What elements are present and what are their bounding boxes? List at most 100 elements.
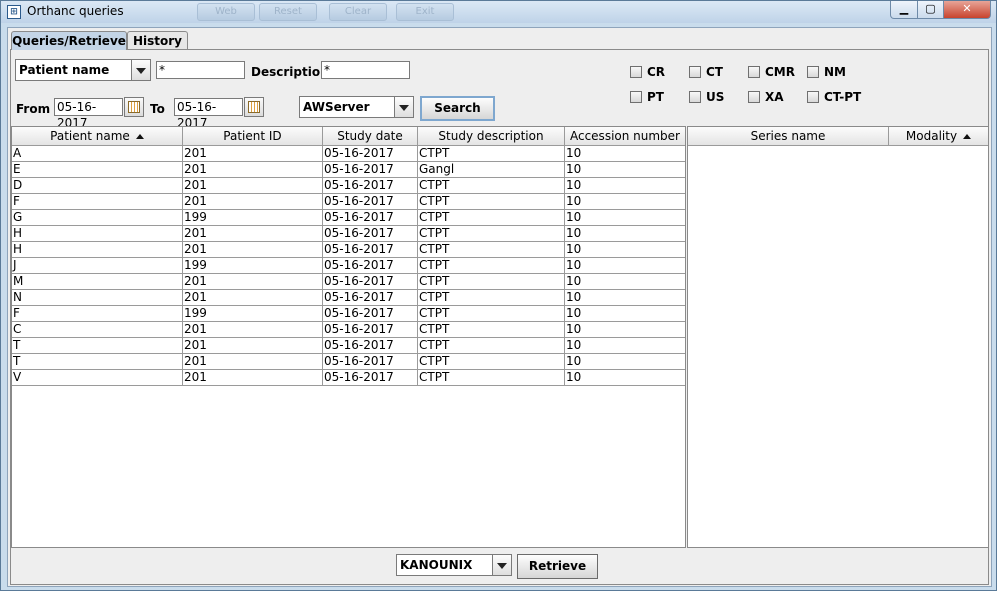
modality-label: PT — [647, 90, 664, 104]
checkbox-box[interactable] — [689, 66, 701, 78]
patient-id-cell: 201 — [183, 370, 323, 386]
accession-number-cell: 10 — [565, 338, 685, 354]
title-bar[interactable]: ⊞ Orthanc queries Web Reset Clear Exit ▁… — [1, 1, 996, 23]
column-header-accession-number[interactable]: Accession number — [565, 127, 685, 146]
study-description-cell: CTPT — [418, 146, 565, 162]
patient-name-cell: J — [12, 258, 183, 274]
from-date-input[interactable]: 05-16-2017 — [54, 98, 123, 130]
patient-name-cell: H — [12, 242, 183, 258]
patient-name-cell: A — [12, 146, 183, 162]
table-row[interactable]: D 201 05-16-2017 CTPT 10 — [12, 178, 685, 194]
series-table[interactable]: Series name Modality — [687, 126, 989, 548]
to-date-input[interactable]: 05-16-2017 — [174, 98, 243, 130]
checkbox-box[interactable] — [748, 66, 760, 78]
chevron-down-icon[interactable] — [492, 555, 511, 575]
accession-number-cell: 10 — [565, 322, 685, 338]
study-description-cell: CTPT — [418, 306, 565, 322]
table-row[interactable]: F 199 05-16-2017 CTPT 10 — [12, 306, 685, 322]
patient-id-cell: 201 — [183, 178, 323, 194]
accession-number-cell: 10 — [565, 354, 685, 370]
server-select[interactable]: AWServer — [299, 96, 414, 118]
column-header-modality[interactable]: Modality — [889, 127, 988, 146]
patient-id-cell: 201 — [183, 322, 323, 338]
table-row[interactable]: F 201 05-16-2017 CTPT 10 — [12, 194, 685, 210]
patient-name-cell: T — [12, 354, 183, 370]
calendar-icon — [248, 101, 260, 113]
accession-number-cell: 10 — [565, 290, 685, 306]
study-description-cell: CTPT — [418, 194, 565, 210]
table-row[interactable]: T 201 05-16-2017 CTPT 10 — [12, 354, 685, 370]
table-row[interactable]: M 201 05-16-2017 CTPT 10 — [12, 274, 685, 290]
table-row[interactable]: V 201 05-16-2017 CTPT 10 — [12, 370, 685, 386]
description-input[interactable]: * — [321, 61, 410, 79]
close-button[interactable]: ✕ — [943, 1, 991, 19]
table-row[interactable]: G 199 05-16-2017 CTPT 10 — [12, 210, 685, 226]
accession-number-cell: 10 — [565, 162, 685, 178]
tab-history[interactable]: History — [127, 31, 188, 50]
study-date-cell: 05-16-2017 — [323, 338, 418, 354]
query-field-value: Patient name — [19, 63, 110, 77]
search-button[interactable]: Search — [420, 96, 495, 121]
table-row[interactable]: N 201 05-16-2017 CTPT 10 — [12, 290, 685, 306]
column-header-patient-id[interactable]: Patient ID — [183, 127, 323, 146]
tab-queries-retrieve[interactable]: Queries/Retrieve — [11, 31, 127, 50]
chevron-down-icon[interactable] — [131, 60, 150, 80]
table-row[interactable]: C 201 05-16-2017 CTPT 10 — [12, 322, 685, 338]
to-calendar-button[interactable] — [244, 97, 264, 117]
column-header-series-name[interactable]: Series name — [688, 127, 889, 146]
query-value-input[interactable]: * — [156, 61, 245, 79]
study-date-cell: 05-16-2017 — [323, 146, 418, 162]
table-row[interactable]: H 201 05-16-2017 CTPT 10 — [12, 242, 685, 258]
retrieve-target-select[interactable]: KANOUNIX — [396, 554, 512, 576]
table-row[interactable]: T 201 05-16-2017 CTPT 10 — [12, 338, 685, 354]
patient-name-cell: V — [12, 370, 183, 386]
checkbox-box[interactable] — [807, 91, 819, 103]
column-header-study-description[interactable]: Study description — [418, 127, 565, 146]
query-field-select[interactable]: Patient name — [15, 59, 151, 81]
window-title: Orthanc queries — [27, 4, 124, 18]
study-description-cell: Gangl — [418, 162, 565, 178]
patient-id-cell: 201 — [183, 146, 323, 162]
patient-id-cell: 201 — [183, 162, 323, 178]
ghost-reset-button: Reset — [259, 3, 317, 21]
accession-number-cell: 10 — [565, 178, 685, 194]
calendar-icon — [128, 101, 140, 113]
table-row[interactable]: E 201 05-16-2017 Gangl 10 — [12, 162, 685, 178]
checkbox-box[interactable] — [807, 66, 819, 78]
modality-label: US — [706, 90, 725, 104]
minimize-button[interactable]: ▁ — [890, 1, 918, 19]
table-row[interactable]: H 201 05-16-2017 CTPT 10 — [12, 226, 685, 242]
accession-number-cell: 10 — [565, 258, 685, 274]
ghost-web-button: Web — [197, 3, 255, 21]
retrieve-button[interactable]: Retrieve — [517, 554, 598, 579]
patient-name-cell: G — [12, 210, 183, 226]
ghost-exit-button: Exit — [396, 3, 454, 21]
study-date-cell: 05-16-2017 — [323, 370, 418, 386]
modality-label: CR — [647, 65, 666, 79]
study-date-cell: 05-16-2017 — [323, 162, 418, 178]
study-description-cell: CTPT — [418, 290, 565, 306]
studies-table[interactable]: Patient name Patient ID Study date Study… — [11, 126, 686, 548]
patient-name-cell: N — [12, 290, 183, 306]
checkbox-box[interactable] — [748, 91, 760, 103]
accession-number-cell: 10 — [565, 194, 685, 210]
column-header-label: Modality — [905, 129, 958, 143]
checkbox-box[interactable] — [689, 91, 701, 103]
maximize-button[interactable]: ▢ — [917, 1, 944, 19]
study-description-cell: CTPT — [418, 210, 565, 226]
patient-id-cell: 201 — [183, 194, 323, 210]
minimize-icon: ▁ — [899, 2, 909, 15]
modality-label: XA — [765, 90, 784, 104]
from-calendar-button[interactable] — [124, 97, 144, 117]
table-row[interactable]: A 201 05-16-2017 CTPT 10 — [12, 146, 685, 162]
checkbox-box[interactable] — [630, 91, 642, 103]
chevron-down-icon[interactable] — [394, 97, 413, 117]
accession-number-cell: 10 — [565, 274, 685, 290]
queries-panel: Patient name * Description * From 05-16-… — [10, 49, 989, 585]
column-header-study-date[interactable]: Study date — [323, 127, 418, 146]
patient-id-cell: 201 — [183, 274, 323, 290]
table-row[interactable]: J 199 05-16-2017 CTPT 10 — [12, 258, 685, 274]
study-description-cell: CTPT — [418, 274, 565, 290]
checkbox-box[interactable] — [630, 66, 642, 78]
column-header-patient-name[interactable]: Patient name — [12, 127, 183, 146]
